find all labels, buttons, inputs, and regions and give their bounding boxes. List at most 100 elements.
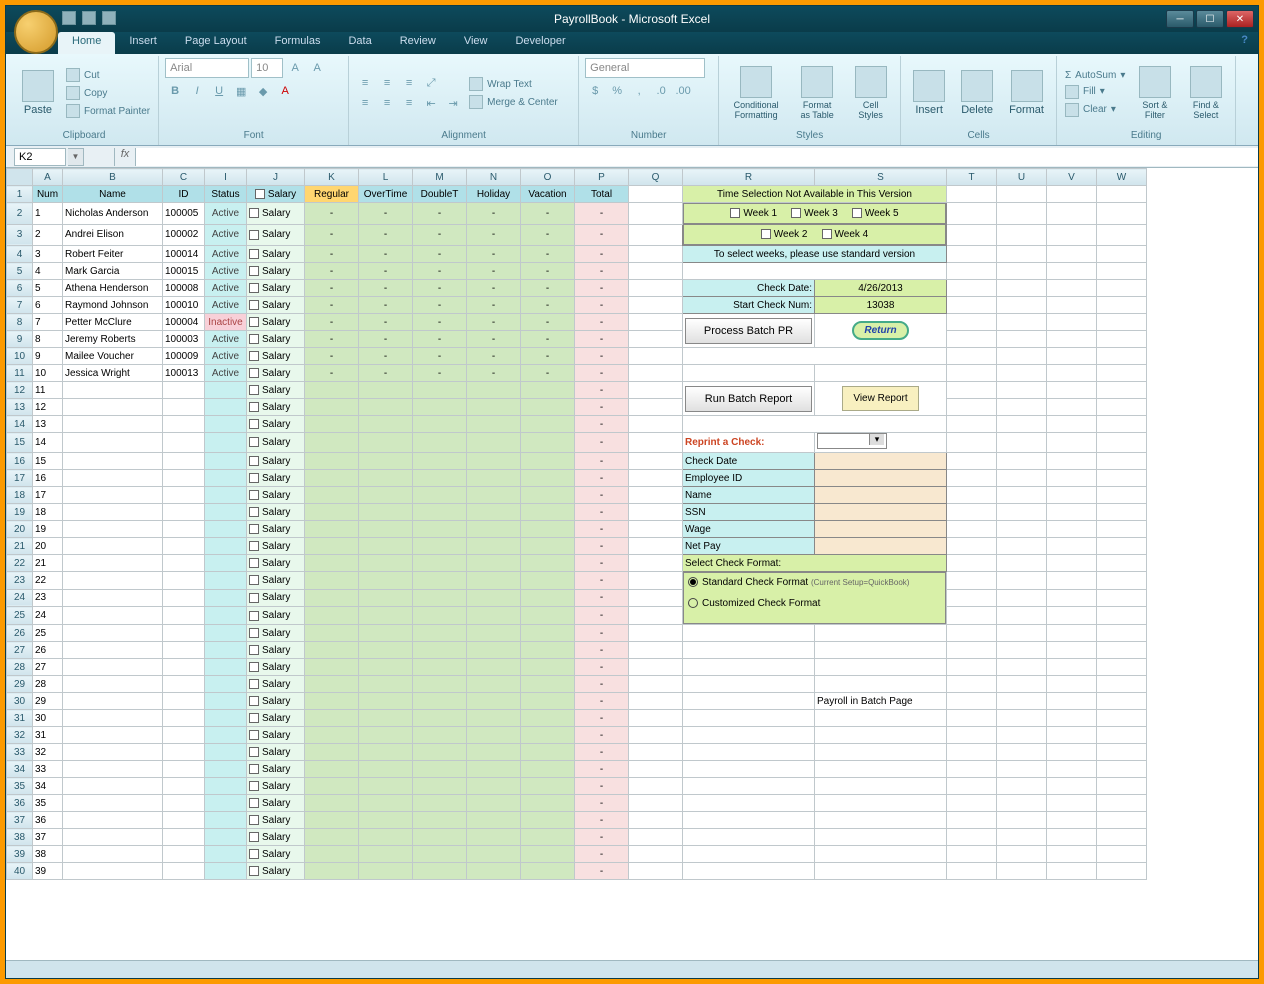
cell-id[interactable]: 100014 [163,246,205,263]
cell[interactable] [163,538,205,555]
cell-hours[interactable] [467,778,521,795]
cell-name[interactable]: Raymond Johnson [63,297,163,314]
cell-num[interactable]: 20 [33,538,63,555]
cell-hours[interactable] [521,761,575,778]
cell-hours[interactable] [413,693,467,710]
help-icon[interactable]: ? [1231,32,1258,54]
cell-hours[interactable] [467,555,521,572]
cell-hours[interactable] [521,727,575,744]
cell-id[interactable]: 100003 [163,331,205,348]
cell[interactable] [205,846,247,863]
cell-hours[interactable]: - [521,297,575,314]
cell-hours[interactable] [521,504,575,521]
select-all-corner[interactable] [7,169,33,186]
cell-hours[interactable] [467,761,521,778]
cell-hours[interactable] [359,589,413,607]
cell-hours[interactable]: - [413,331,467,348]
cut-button[interactable]: Cut [64,67,152,83]
cell-hours[interactable] [467,829,521,846]
cell[interactable] [163,521,205,538]
cell-num[interactable]: 10 [33,365,63,382]
cell-hours[interactable] [467,572,521,590]
undo-icon[interactable] [82,11,96,25]
cell[interactable] [63,382,163,399]
cell-hours[interactable] [521,399,575,416]
cell-hours[interactable] [305,846,359,863]
process-batch-button[interactable]: Process Batch PR [685,318,812,344]
cell-hours[interactable] [467,399,521,416]
border-button[interactable]: ▦ [231,82,251,100]
cell-num[interactable]: 19 [33,521,63,538]
reprint-field-value[interactable] [815,538,947,555]
reprint-field-value[interactable] [815,470,947,487]
fx-button[interactable]: fx [114,148,136,166]
cell-salary-check[interactable]: Salary [247,829,305,846]
cell[interactable] [163,778,205,795]
cell-hours[interactable]: - [413,314,467,331]
cell-hours[interactable] [413,382,467,399]
row-header-14[interactable]: 14 [7,416,33,433]
row-header-37[interactable]: 37 [7,812,33,829]
cell-hours[interactable] [413,572,467,590]
col-header-Q[interactable]: Q [629,169,683,186]
cell-hours[interactable] [413,846,467,863]
cell[interactable] [205,382,247,399]
cell-hours[interactable] [467,382,521,399]
row-header-31[interactable]: 31 [7,710,33,727]
cell-hours[interactable] [467,453,521,470]
cell-hours[interactable] [521,642,575,659]
cell-hours[interactable] [521,538,575,555]
ribbon-tab-insert[interactable]: Insert [115,32,171,54]
italic-button[interactable]: I [187,82,207,100]
standard-format-radio[interactable]: Standard Check Format (Current Setup=Qui… [688,577,941,588]
cell-hours[interactable] [359,433,413,453]
cell-id[interactable]: 100005 [163,203,205,225]
cell-hours[interactable]: - [305,365,359,382]
autosum-button[interactable]: Σ AutoSum ▾ [1063,69,1127,82]
cell[interactable] [205,761,247,778]
cell[interactable] [63,433,163,453]
cell-salary-check[interactable]: Salary [247,538,305,555]
cell-salary-check[interactable]: Salary [247,521,305,538]
cell-hours[interactable] [521,433,575,453]
cell-num[interactable]: 27 [33,659,63,676]
cell-hours[interactable] [359,846,413,863]
cell[interactable] [163,416,205,433]
row-header-8[interactable]: 8 [7,314,33,331]
cell-id[interactable]: 100004 [163,314,205,331]
cell-num[interactable]: 25 [33,625,63,642]
cell-hours[interactable] [413,676,467,693]
font-name-select[interactable]: Arial [165,58,249,78]
col-header-K[interactable]: K [305,169,359,186]
cell-hours[interactable] [359,829,413,846]
cell-num[interactable]: 4 [33,263,63,280]
cell-hours[interactable] [359,470,413,487]
col-header-S[interactable]: S [815,169,947,186]
cell-hours[interactable] [521,863,575,880]
cell-hours[interactable] [467,521,521,538]
font-size-select[interactable]: 10 [251,58,283,78]
cell-salary-check[interactable]: Salary [247,727,305,744]
cell-hours[interactable] [305,416,359,433]
cell-hours[interactable] [305,555,359,572]
cell-id[interactable]: 100010 [163,297,205,314]
cell[interactable] [163,659,205,676]
cell-total[interactable]: - [575,433,629,453]
row-header-39[interactable]: 39 [7,846,33,863]
cell-hours[interactable]: - [521,365,575,382]
cell-hours[interactable]: - [413,297,467,314]
cell-hours[interactable]: - [467,263,521,280]
ribbon-tab-review[interactable]: Review [386,32,450,54]
cell-hours[interactable] [305,659,359,676]
row-header-30[interactable]: 30 [7,693,33,710]
cell[interactable] [163,555,205,572]
cell[interactable] [63,470,163,487]
cell-hours[interactable] [467,710,521,727]
cell-salary-check[interactable]: Salary [247,416,305,433]
cell[interactable] [205,693,247,710]
cell-salary-check[interactable]: Salary [247,846,305,863]
cell-num[interactable]: 32 [33,744,63,761]
cell-num[interactable]: 28 [33,676,63,693]
cell-hours[interactable] [413,625,467,642]
cell-hours[interactable] [413,659,467,676]
